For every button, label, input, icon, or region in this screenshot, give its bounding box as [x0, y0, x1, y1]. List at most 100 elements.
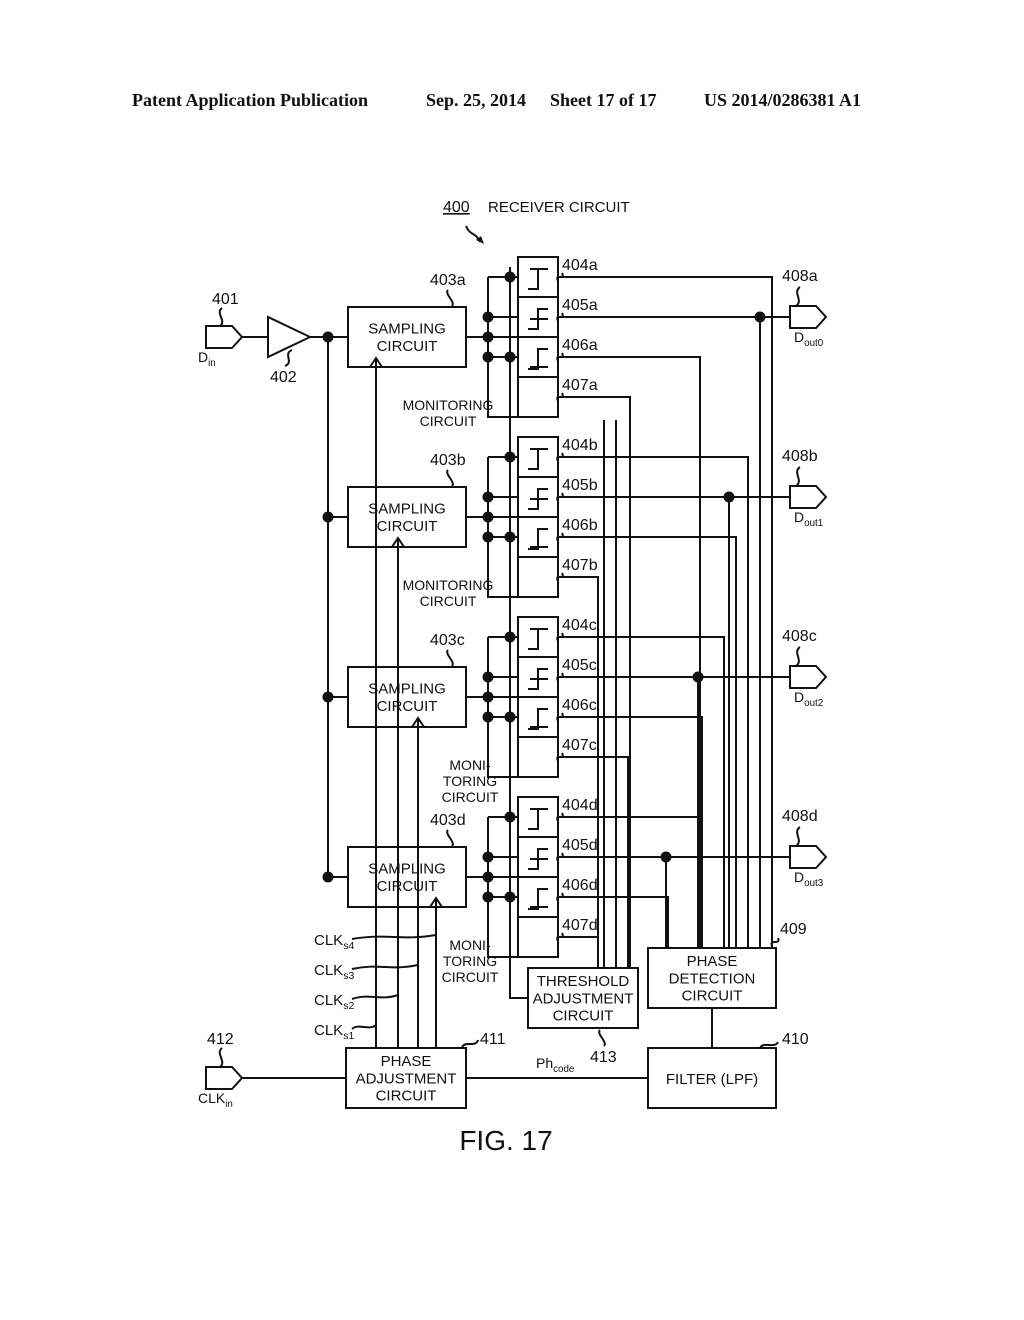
phase-adjustment-label: PHASE [381, 1053, 432, 1070]
junction-dot [482, 511, 494, 523]
leader-line [795, 826, 801, 847]
monitoring-circuit-407d [517, 916, 559, 958]
ref-401: 401 [212, 291, 239, 308]
ref-405b: 405b [562, 477, 598, 494]
output-label-out2: Dout2 [794, 689, 823, 709]
leader-line [351, 964, 419, 970]
threshold-adjustment-label: ADJUSTMENT [533, 990, 634, 1007]
ref-409: 409 [780, 921, 807, 938]
junction-dot [482, 531, 494, 543]
junction-dot [482, 891, 494, 903]
junction-dot [482, 691, 494, 703]
monitoring-circuit-label: CIRCUIT [442, 789, 499, 805]
sampling-circuit-label: SAMPLING [368, 321, 446, 338]
ref-408a: 408a [782, 268, 818, 285]
ref-411: 411 [480, 1031, 506, 1048]
output-port-408a [789, 305, 828, 329]
leader-line [795, 286, 801, 307]
phase-detection-label: DETECTION [669, 970, 756, 987]
monitoring-circuit-label: MONITORING [403, 577, 494, 593]
monitoring-circuit-label: CIRCUIT [420, 593, 477, 609]
ref-404d: 404d [562, 797, 598, 814]
receiver-circuit-diagram: 400 RECEIVER CIRCUIT401Din402SAMPLINGCIRC… [198, 199, 828, 1156]
leader-line [351, 934, 437, 940]
ref-406d: 406d [562, 877, 598, 894]
monitoring-circuit-label: CIRCUIT [442, 969, 499, 985]
leader-line [218, 1047, 224, 1068]
junction-dot [482, 491, 494, 503]
monitoring-circuit-label: MONI- [449, 937, 491, 953]
wire [487, 457, 518, 598]
ref-404b: 404b [562, 437, 598, 454]
phase-detection-label: PHASE [687, 953, 738, 970]
input-label-din: Din [198, 349, 216, 369]
clock-input-label: CLKin [198, 1090, 233, 1110]
output-port-408c [789, 665, 828, 689]
ref-408c: 408c [782, 628, 817, 645]
ref-407d: 407d [562, 917, 598, 934]
wire [558, 576, 599, 968]
phcode-label: Phcode [536, 1055, 575, 1075]
ref-407a: 407a [562, 377, 598, 394]
output-port-408b [789, 485, 828, 509]
leader-line [351, 1024, 377, 1030]
ref-406b: 406b [562, 517, 598, 534]
wire [487, 817, 518, 958]
title-text: RECEIVER CIRCUIT [488, 199, 630, 216]
ref-405a: 405a [562, 297, 598, 314]
leader-line [218, 307, 224, 327]
sampling-circuit-label: CIRCUIT [377, 518, 438, 535]
junction-dot [482, 851, 494, 863]
input-port-401 [205, 325, 244, 349]
sampling-circuit-label: SAMPLING [368, 501, 446, 518]
title-ref-number: 400 [443, 199, 470, 216]
ref-403a: 403a [430, 272, 466, 289]
junction-dot [322, 691, 334, 703]
junction-dot [482, 671, 494, 683]
filter-label: FILTER (LPF) [666, 1071, 758, 1088]
ref-406a: 406a [562, 337, 598, 354]
wire [487, 637, 518, 778]
threshold-adjustment-label: THRESHOLD [537, 973, 630, 990]
monitoring-circuit-407b [517, 556, 559, 598]
output-label-out0: Dout0 [794, 329, 824, 349]
leader-line [598, 1029, 606, 1047]
ref-408b: 408b [782, 448, 818, 465]
monitoring-circuit-407c [517, 736, 559, 778]
clock-label-s3: CLKs3 [314, 962, 354, 982]
ref-403b: 403b [430, 452, 466, 469]
junction-dot [482, 311, 494, 323]
monitoring-circuit-407a [517, 376, 559, 418]
output-label-out1: Dout1 [794, 509, 823, 529]
leader-line [446, 289, 454, 307]
clock-label-s1: CLKs1 [314, 1022, 354, 1042]
leader-line [795, 646, 801, 667]
sampling-circuit-label: CIRCUIT [377, 338, 438, 355]
monitoring-circuit-label: CIRCUIT [420, 413, 477, 429]
output-label-out3: Dout3 [794, 869, 824, 889]
phase-adjustment-label: ADJUSTMENT [356, 1070, 457, 1087]
sampling-circuit-label: SAMPLING [368, 681, 446, 698]
clock-label-s4: CLKs4 [314, 932, 354, 952]
leader-line [446, 649, 454, 667]
ref-405c: 405c [562, 657, 597, 674]
junction-dot [322, 511, 334, 523]
ref-404a: 404a [562, 257, 598, 274]
phase-adjustment-label: CIRCUIT [376, 1088, 437, 1105]
ref-408d: 408d [782, 808, 818, 825]
clock-input-port-412 [205, 1066, 244, 1090]
ref-406c: 406c [562, 697, 597, 714]
leader-line [446, 469, 454, 487]
ref-403d: 403d [430, 812, 466, 829]
phase-detection-label: CIRCUIT [682, 988, 743, 1005]
threshold-adjustment-label: CIRCUIT [553, 1008, 614, 1025]
ref-413: 413 [590, 1049, 617, 1066]
monitoring-circuit-label: MONITORING [403, 397, 494, 413]
ref-403c: 403c [430, 632, 465, 649]
ref-412: 412 [207, 1031, 234, 1048]
sampling-circuit-label: CIRCUIT [377, 698, 438, 715]
junction-dot [482, 331, 494, 343]
ref-402: 402 [270, 369, 297, 386]
sampling-circuit-label: SAMPLING [368, 861, 446, 878]
ref-407b: 407b [562, 557, 598, 574]
